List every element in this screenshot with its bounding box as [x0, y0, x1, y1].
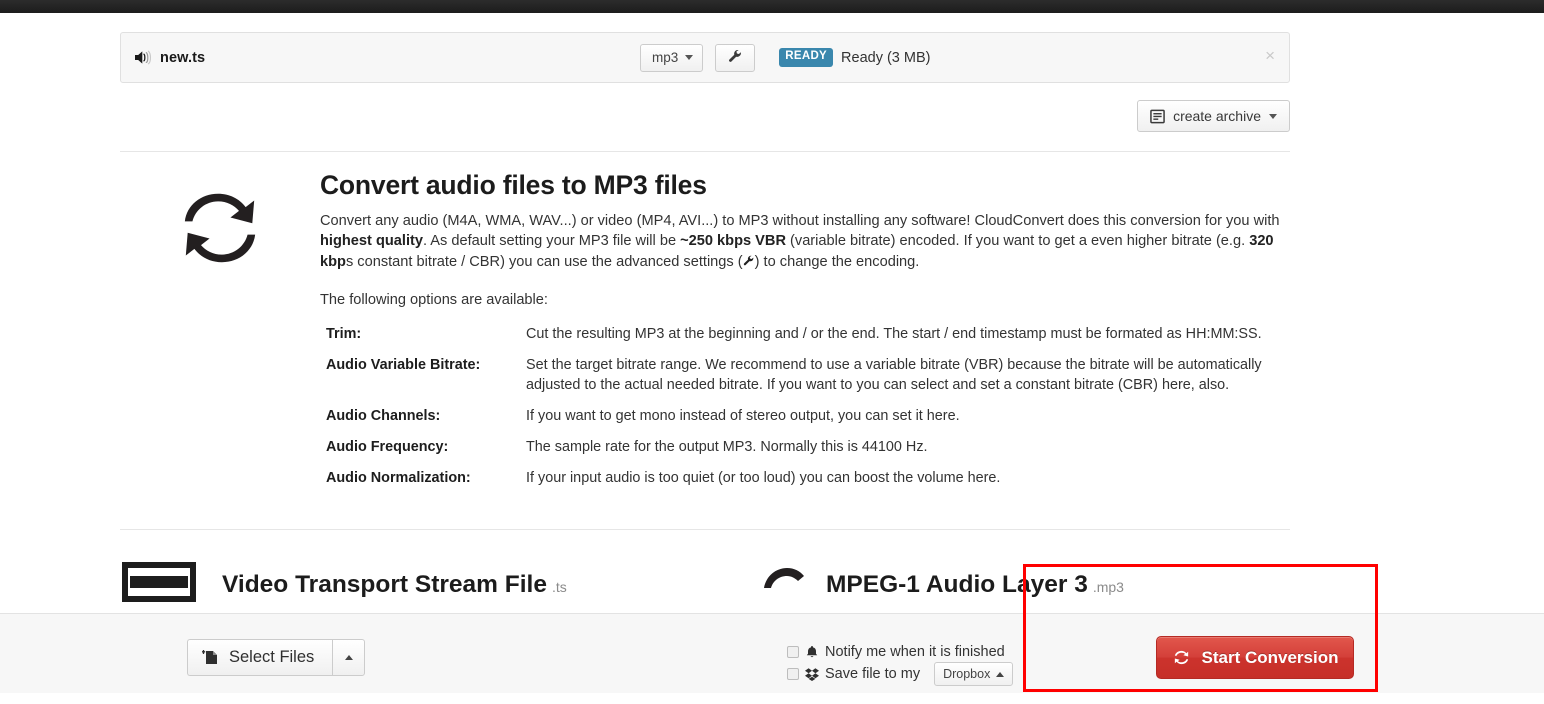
option-term: Trim:: [326, 326, 362, 343]
wrench-icon: [728, 49, 743, 66]
wrench-icon-inline: [743, 254, 755, 270]
select-files-group: Select Files: [187, 639, 366, 676]
option-item: Audio Variable Bitrate: Set the target b…: [326, 355, 1290, 395]
footer-inner: Select Files Notify me when it is finish…: [187, 614, 1357, 693]
source-format-title: Video Transport Stream File .ts: [222, 571, 567, 599]
option-term: Audio Normalization:: [326, 470, 471, 487]
intro-part-1: highest quality: [320, 233, 423, 250]
info-body: Convert audio files to MP3 files Convert…: [320, 170, 1290, 499]
source-format-ext: .ts: [551, 578, 567, 595]
advanced-settings-button[interactable]: [715, 43, 756, 72]
bell-icon: [805, 645, 819, 659]
convert-arrows-icon: [177, 190, 263, 499]
chevron-down-icon: [1269, 113, 1277, 119]
intro-paragraph: Convert any audio (M4A, WMA, WAV...) or …: [320, 211, 1290, 272]
video-file-thumb-icon: [120, 556, 198, 613]
options-list: Trim: Cut the resulting MP3 at the begin…: [320, 324, 1290, 488]
option-desc: If your input audio is too quiet (or too…: [526, 470, 1001, 487]
save-label: Save file to my: [825, 666, 921, 682]
chevron-up-icon: [996, 671, 1005, 677]
intro-part-2: . As default setting your MP3 file will …: [422, 233, 681, 250]
target-format: MPEG-1 Audio Layer 3 .mp3: [826, 571, 1124, 599]
option-item: Audio Normalization: If your input audio…: [326, 468, 1290, 488]
option-item: Trim: Cut the resulting MP3 at the begin…: [326, 324, 1290, 344]
footer-options: Notify me when it is finished Save file …: [787, 641, 1014, 686]
intro-part-0: Convert any audio (M4A, WMA, WAV...) or …: [320, 213, 1280, 229]
refresh-icon: [1172, 648, 1191, 667]
convert-arrow-icon: [760, 562, 806, 607]
save-target-select[interactable]: Dropbox: [934, 662, 1014, 686]
target-format-title: MPEG-1 Audio Layer 3 .mp3: [826, 571, 1124, 599]
chevron-down-icon: [685, 55, 694, 60]
intro-part-6: s constant bitrate / CBR) you can use th…: [345, 253, 743, 270]
add-file-icon: [202, 649, 219, 666]
select-files-button[interactable]: Select Files: [187, 639, 333, 676]
target-format-name: MPEG-1 Audio Layer 3: [826, 570, 1088, 598]
file-name: new.ts: [160, 49, 206, 66]
archive-row: create archive: [120, 100, 1290, 132]
option-term: Audio Variable Bitrate:: [326, 357, 481, 374]
footer-bar: Select Files Notify me when it is finish…: [0, 613, 1544, 693]
output-format-select[interactable]: mp3: [640, 43, 704, 72]
source-format-name: Video Transport Stream File: [222, 570, 547, 598]
create-archive-button[interactable]: create archive: [1137, 100, 1290, 132]
archive-box-icon: [1150, 109, 1165, 124]
save-option-row: Save file to my Dropbox: [787, 662, 1014, 686]
save-checkbox[interactable]: [787, 668, 799, 680]
notify-checkbox[interactable]: [787, 646, 799, 658]
select-files-dropdown-button[interactable]: [332, 639, 366, 676]
page-root: new.ts mp3 READY Ready (3 MB) × create a…: [0, 0, 1544, 704]
option-desc: Set the target bitrate range. We recomme…: [526, 357, 1262, 394]
intro-part-4: (variable bitrate) encoded. If you want …: [785, 233, 1250, 250]
intro-part-8: ) to change the encoding.: [754, 253, 920, 270]
create-archive-label: create archive: [1173, 108, 1261, 124]
status-text: Ready (3 MB): [841, 49, 931, 66]
dropbox-icon: [805, 667, 819, 681]
option-desc: Cut the resulting MP3 at the beginning a…: [526, 326, 1262, 343]
format-comparison: Video Transport Stream File .ts MPEG-1 Au…: [120, 530, 1290, 613]
file-row: new.ts mp3 READY Ready (3 MB) ×: [120, 32, 1290, 83]
remove-file-button[interactable]: ×: [1265, 47, 1275, 64]
save-target-label: Dropbox: [943, 666, 991, 681]
select-files-label: Select Files: [229, 648, 315, 667]
option-item: Audio Frequency: The sample rate for the…: [326, 437, 1290, 457]
intro-part-3: ~250 kbps VBR: [680, 233, 786, 250]
notify-option-row: Notify me when it is finished: [787, 641, 1013, 663]
options-intro: The following options are available:: [320, 292, 548, 309]
file-name-wrap: new.ts: [135, 50, 640, 66]
info-icon-col: [120, 170, 320, 499]
page-title: Convert audio files to MP3 files: [320, 170, 707, 200]
status-badge: READY: [779, 48, 834, 67]
option-desc: The sample rate for the output MP3. Norm…: [526, 439, 928, 456]
chevron-up-icon: [344, 655, 353, 660]
option-term: Audio Channels:: [326, 408, 441, 425]
notify-label: Notify me when it is finished: [825, 644, 1005, 660]
source-format: Video Transport Stream File .ts: [120, 556, 760, 613]
audio-volume-icon: [135, 50, 151, 65]
start-conversion-label: Start Conversion: [1201, 647, 1339, 667]
output-format-value: mp3: [652, 49, 679, 65]
page-container: new.ts mp3 READY Ready (3 MB) × create a…: [120, 13, 1290, 613]
file-status: READY Ready (3 MB): [779, 48, 930, 67]
option-item: Audio Channels: If you want to get mono …: [326, 406, 1290, 426]
browser-chrome-top: [0, 0, 1544, 13]
option-term: Audio Frequency:: [326, 439, 449, 456]
info-section: Convert audio files to MP3 files Convert…: [120, 152, 1290, 499]
start-conversion-button[interactable]: Start Conversion: [1156, 636, 1354, 679]
target-format-ext: .mp3: [1092, 578, 1124, 595]
option-desc: If you want to get mono instead of stere…: [526, 408, 960, 425]
